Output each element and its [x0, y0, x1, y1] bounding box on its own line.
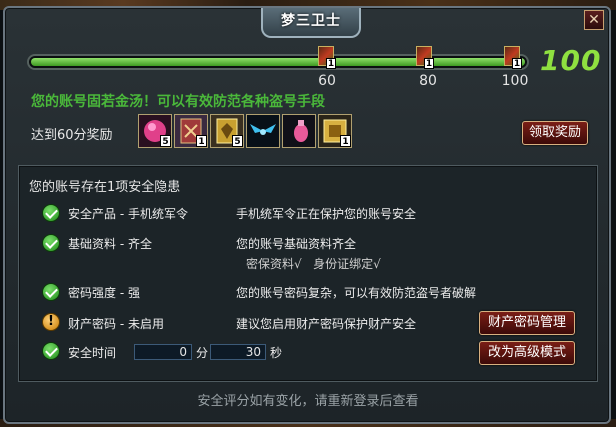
row-desc: 手机统军令正在保护您的账号安全	[236, 207, 417, 221]
minutes-unit: 分	[196, 346, 209, 360]
row-label: 安全时间	[68, 346, 117, 360]
milestone-label-60: 60	[318, 73, 336, 89]
security-score: 100	[540, 44, 602, 77]
milestone-count: 1	[424, 58, 434, 69]
score-progress-fill	[31, 58, 525, 66]
milestone-count: 1	[326, 58, 336, 69]
score-progress-bar	[27, 54, 529, 70]
close-button[interactable]: ✕	[584, 10, 604, 30]
reward-item[interactable]: 1	[318, 114, 352, 148]
row-desc: 您的账号基础资料齐全	[236, 237, 357, 251]
warning-icon: !	[42, 313, 60, 331]
row-label: 密码强度 - 强	[68, 286, 140, 300]
pink-potion-icon	[283, 115, 315, 147]
ok-check-icon	[42, 283, 60, 301]
reward-item[interactable]: 5	[138, 114, 172, 148]
seconds-input[interactable]: 30	[210, 344, 266, 360]
row-desc: 建议您启用财产密码保护财产安全	[236, 317, 417, 331]
window-title: 梦三卫士	[281, 13, 341, 29]
advanced-mode-button[interactable]: 改为高级模式	[479, 341, 575, 365]
asset-password-button[interactable]: 财产密码管理	[479, 311, 575, 335]
row-desc: 您的账号密码复杂，可以有效防范盗号者破解	[236, 286, 477, 300]
row-label: 财产密码 - 未启用	[68, 317, 164, 331]
reward-item[interactable]: 1	[174, 114, 208, 148]
item-count: 5	[232, 135, 243, 147]
milestone-count: 1	[512, 58, 522, 69]
blue-wings-icon	[247, 115, 279, 147]
row-sub: 密保资料√ 身份证绑定√	[246, 257, 381, 271]
window-title-tab: 梦三卫士	[261, 8, 361, 38]
milestone-60-reward[interactable]: 1	[318, 46, 338, 70]
row-label: 安全产品 - 手机统军令	[68, 207, 188, 221]
ok-check-icon	[42, 234, 60, 252]
reward-items: 5 1 5 1	[138, 114, 352, 150]
status-message: 您的账号固若金汤！可以有效防范各种盗号手段	[31, 94, 325, 110]
milestone-label-100: 100	[501, 73, 529, 89]
reward-label: 达到60分奖励	[31, 128, 113, 143]
row-label: 基础资料 - 齐全	[68, 237, 152, 251]
reward-item[interactable]	[246, 114, 280, 148]
milestone-100-reward[interactable]: 1	[504, 46, 524, 70]
reward-item[interactable]	[282, 114, 316, 148]
footer-note: 安全评分如有变化，请重新登录后查看	[197, 394, 419, 409]
milestone-80-reward[interactable]: 1	[416, 46, 436, 70]
minutes-input[interactable]: 0	[134, 344, 192, 360]
security-title: 您的账号存在1项安全隐患	[29, 180, 181, 195]
ok-check-icon	[42, 204, 60, 222]
item-count: 5	[160, 135, 171, 147]
ok-check-icon	[42, 342, 60, 360]
claim-reward-button[interactable]: 领取奖励	[522, 121, 588, 145]
reward-item[interactable]: 5	[210, 114, 244, 148]
milestone-label-80: 80	[419, 73, 437, 89]
seconds-unit: 秒	[270, 346, 283, 360]
item-count: 1	[196, 135, 207, 147]
item-count: 1	[340, 135, 351, 147]
